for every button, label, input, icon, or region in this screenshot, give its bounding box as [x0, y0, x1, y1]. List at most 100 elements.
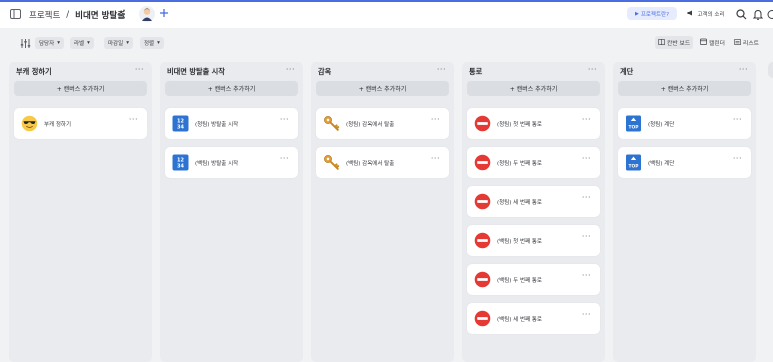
filter-assignee[interactable]: 담당자 ▾ — [35, 37, 64, 49]
no-entry-icon — [474, 154, 491, 171]
board-card[interactable]: 12 34 (청팀) 방탈출 시작 ··· — [165, 108, 298, 139]
no-entry-icon — [474, 115, 491, 132]
card-more-icon[interactable]: ··· — [582, 115, 591, 124]
view-calendar-label: 캘린더 — [709, 41, 725, 47]
card-title: (백팀) 감옥에서 탈출 — [346, 160, 395, 167]
board-column: 비대면 방탈출 시작 ··· + 캔버스 추가하기 12 34 (청팀) 방탈출 시작 ··… — [160, 62, 303, 362]
view-list[interactable]: 리스트 — [731, 36, 762, 49]
add-canvas-button[interactable]: + 캔버스 추가하기 — [14, 81, 147, 96]
breadcrumb: 프로젝트 / 비대면 방탈출 — [29, 4, 125, 26]
board-card[interactable]: (청팀) 세 번째 통로 ··· — [467, 186, 600, 217]
key-icon — [323, 154, 340, 171]
board-column: 통로 ··· + 캔버스 추가하기 (청팀) 첫 번째 통로 ··· (청팀) 두 번째 … — [462, 62, 605, 362]
board-card[interactable]: (청팀) 두 번째 통로 ··· — [467, 147, 600, 178]
board-card[interactable]: (백팀) 감옥에서 탈출 ··· — [316, 147, 449, 178]
breadcrumb-project[interactable]: 프로젝트 — [29, 9, 60, 21]
column-more-icon[interactable]: ··· — [437, 65, 446, 74]
no-entry-icon — [474, 271, 491, 288]
column-more-icon[interactable]: ··· — [286, 65, 295, 74]
card-more-icon[interactable]: ··· — [733, 154, 742, 163]
card-more-icon[interactable]: ··· — [431, 115, 440, 124]
board-column: 계단 ··· + 캔버스 추가하기 TOP (청팀) 계단 ··· TOP (백팀) 계단 ··… — [613, 62, 756, 362]
column-more-icon[interactable]: ··· — [739, 65, 748, 74]
board-card[interactable]: (청팀) 첫 번째 통로 ··· — [467, 108, 600, 139]
column-title[interactable]: 통로 — [469, 67, 482, 77]
board-card[interactable]: (백팀) 첫 번째 통로 ··· — [467, 225, 600, 256]
card-title: (청팀) 계단 — [648, 121, 675, 128]
card-more-icon[interactable]: ··· — [431, 154, 440, 163]
card-title: (백팀) 방탈출 시작 — [195, 160, 239, 167]
card-title: (청팀) 감옥에서 탈출 — [346, 121, 395, 128]
view-calendar[interactable]: 캘린더 — [697, 36, 728, 49]
board-column: 부캐 정하기 ··· + 캔버스 추가하기 부캐 정하기 ··· — [9, 62, 152, 362]
card-title: (백팀) 첫 번째 통로 — [497, 238, 542, 245]
kanban-icon — [658, 38, 666, 47]
filter-due-date-label: 마감일 — [108, 41, 124, 47]
board-card[interactable]: (백팀) 세 번째 통로 ··· — [467, 303, 600, 334]
no-entry-icon — [474, 232, 491, 249]
column-title[interactable]: 감옥 — [318, 67, 331, 77]
top-arrow-icon: TOP — [625, 115, 642, 132]
card-more-icon[interactable]: ··· — [733, 115, 742, 124]
view-kanban-board[interactable]: 칸반 보드 — [655, 36, 694, 49]
add-canvas-button[interactable]: + 캔버스 추가하기 — [467, 81, 600, 96]
sidebar-panel-icon[interactable] — [10, 9, 21, 19]
numbers-1234-icon: 12 34 — [172, 154, 189, 171]
board-card[interactable]: TOP (청팀) 계단 ··· — [618, 108, 751, 139]
megaphone-icon — [687, 10, 694, 18]
breadcrumb-separator: / — [66, 10, 70, 20]
caret-down-icon: ▾ — [87, 40, 90, 46]
caret-down-icon: ▾ — [57, 40, 60, 46]
caret-down-icon: ▾ — [157, 40, 160, 46]
column-more-icon[interactable]: ··· — [588, 65, 597, 74]
customer-voice-button[interactable]: 고객의 소리 — [684, 7, 728, 20]
filter-label[interactable]: 라벨 ▾ — [70, 37, 94, 49]
no-entry-icon — [474, 310, 491, 327]
card-more-icon[interactable]: ··· — [280, 154, 289, 163]
top-arrow-icon: TOP — [625, 154, 642, 171]
column-title[interactable]: 계단 — [620, 67, 633, 77]
breadcrumb-board-title[interactable]: 비대면 방탈출 — [75, 9, 125, 21]
board-card[interactable]: TOP (백팀) 계단 ··· — [618, 147, 751, 178]
board-card[interactable]: (청팀) 감옥에서 탈출 ··· — [316, 108, 449, 139]
card-more-icon[interactable]: ··· — [280, 115, 289, 124]
card-more-icon[interactable]: ··· — [582, 154, 591, 163]
card-title: (청팀) 세 번째 통로 — [497, 199, 542, 206]
user-avatar[interactable] — [139, 6, 155, 22]
next-column-edge[interactable] — [768, 62, 773, 78]
card-more-icon[interactable]: ··· — [129, 115, 138, 124]
filter-sort[interactable]: 정렬 ▾ — [140, 37, 164, 49]
column-title[interactable]: 부캐 정하기 — [16, 67, 52, 77]
card-more-icon[interactable]: ··· — [582, 271, 591, 280]
card-more-icon[interactable]: ··· — [582, 193, 591, 202]
bell-icon[interactable] — [752, 8, 763, 20]
key-icon — [323, 115, 340, 132]
calendar-icon — [700, 38, 707, 47]
search-icon[interactable] — [735, 8, 747, 20]
profile-menu-icon[interactable] — [767, 8, 773, 20]
column-title[interactable]: 비대면 방탈출 시작 — [167, 67, 225, 77]
app-header: 프로젝트 / 비대면 방탈출 ▶ 프로젝트란? 고객의 소리 — [0, 2, 773, 28]
view-kanban-label: 칸반 보드 — [667, 41, 691, 47]
board-card[interactable]: 12 34 (백팀) 방탈출 시작 ··· — [165, 147, 298, 178]
svg-text:34: 34 — [177, 125, 184, 131]
board-card[interactable]: 부캐 정하기 ··· — [14, 108, 147, 139]
sunglasses-emoji-icon — [21, 115, 38, 132]
add-canvas-button[interactable]: + 캔버스 추가하기 — [618, 81, 751, 96]
vertical-ellipsis-icon[interactable] — [121, 8, 127, 20]
plus-icon[interactable] — [158, 7, 170, 19]
filter-due-date[interactable]: 마감일 ▾ — [104, 37, 133, 49]
card-more-icon[interactable]: ··· — [582, 310, 591, 319]
column-more-icon[interactable]: ··· — [135, 65, 144, 74]
add-canvas-button[interactable]: + 캔버스 추가하기 — [165, 81, 298, 96]
card-title: 부캐 정하기 — [44, 121, 72, 128]
add-canvas-button[interactable]: + 캔버스 추가하기 — [316, 81, 449, 96]
filter-sliders-icon[interactable] — [19, 37, 31, 49]
board-card[interactable]: (백팀) 두 번째 통로 ··· — [467, 264, 600, 295]
list-icon — [734, 38, 742, 47]
no-entry-icon — [474, 193, 491, 210]
card-more-icon[interactable]: ··· — [582, 232, 591, 241]
svg-text:TOP: TOP — [629, 164, 640, 170]
project-info-button[interactable]: ▶ 프로젝트란? — [627, 7, 677, 20]
customer-voice-label: 고객의 소리 — [697, 11, 725, 18]
